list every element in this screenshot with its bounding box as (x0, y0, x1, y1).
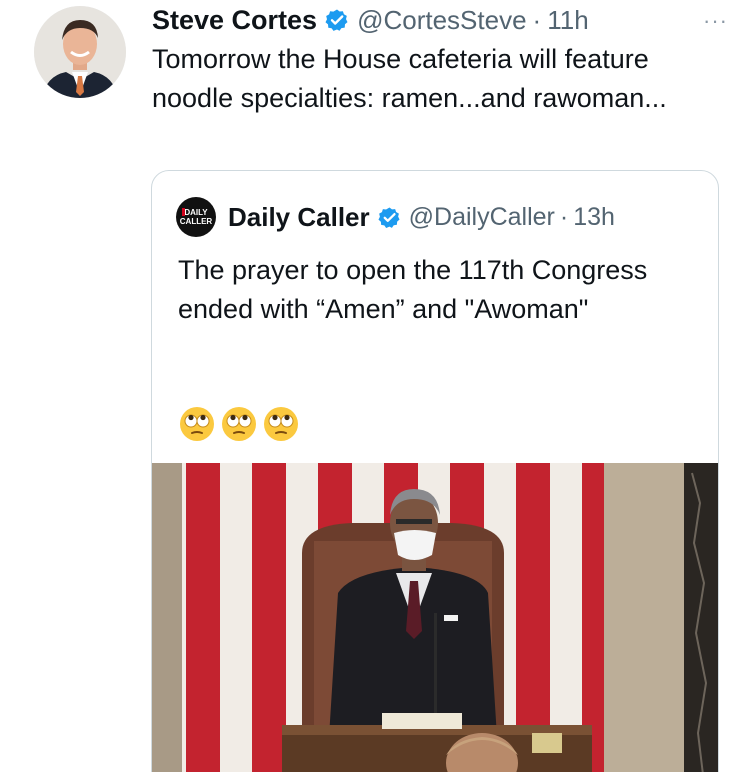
logo-text-daily: DAILY (184, 208, 208, 217)
verified-badge-icon (325, 8, 349, 32)
separator-dot: · (532, 4, 542, 35)
author-avatar[interactable] (34, 6, 126, 98)
tweet-header: Steve Cortes @CortesSteve · 11h ··· (152, 4, 730, 36)
quoted-author-handle[interactable]: @DailyCaller (409, 203, 555, 232)
face-with-rolling-eyes-icon (222, 407, 256, 441)
quoted-tweet-card[interactable]: DAILY CALLER Daily Caller @DailyCaller ·… (151, 170, 719, 772)
author-name[interactable]: Steve Cortes (152, 5, 317, 36)
quoted-tweet-timestamp[interactable]: 13h (573, 203, 615, 232)
face-with-rolling-eyes-icon (180, 407, 214, 441)
tweet-timestamp[interactable]: 11h (547, 5, 588, 36)
verified-badge-icon (378, 206, 401, 229)
logo-text-caller: CALLER (179, 217, 213, 226)
face-with-rolling-eyes-icon (264, 407, 298, 441)
house-chamber-photo (152, 463, 718, 772)
more-options-icon[interactable]: ··· (703, 8, 728, 34)
tweet-media-photo[interactable] (152, 463, 718, 772)
person-avatar-icon (34, 6, 126, 98)
daily-caller-logo-icon[interactable]: DAILY CALLER (176, 197, 216, 237)
quoted-tweet-header: DAILY CALLER Daily Caller @DailyCaller ·… (176, 197, 708, 237)
author-handle[interactable]: @CortesSteve (357, 5, 526, 36)
emoji-row (178, 405, 300, 443)
tweet-text: Tomorrow the House cafeteria will featur… (152, 44, 667, 113)
separator-dot: · (559, 202, 569, 231)
quoted-author-name[interactable]: Daily Caller (228, 202, 370, 233)
quoted-tweet-text: The prayer to open the 117th Congress en… (178, 255, 648, 324)
